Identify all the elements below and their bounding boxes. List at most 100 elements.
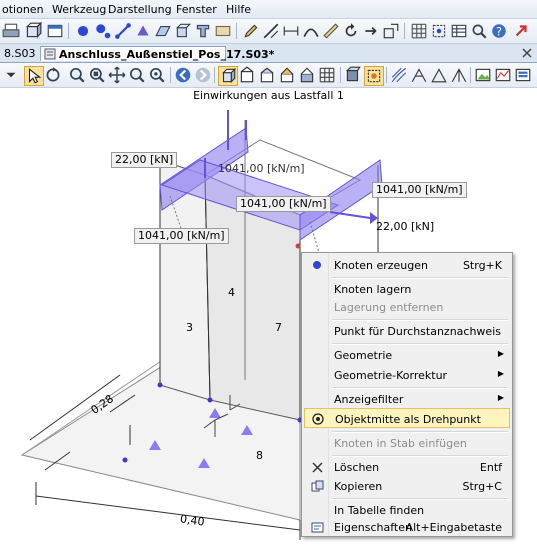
select-pointer-icon[interactable] [24,66,44,86]
menu-item-objektmitte-drehpunkt[interactable]: Objektmitte als Drehpunkt [304,408,510,428]
edit-pen-icon[interactable] [242,22,260,40]
member-label-8: 8 [256,449,263,462]
nodes-icon[interactable] [94,22,112,40]
svg-text:?: ? [496,26,502,39]
zoom-icon[interactable] [470,22,488,40]
hatch-icon[interactable] [390,66,408,84]
image-icon[interactable] [474,66,492,84]
material-icon[interactable] [214,22,232,40]
document-tab-bar: 8.S03 Anschluss_Außenstiel_Pos_17.S03* [0,44,537,63]
menu-item-knoten-in-stab: Knoten in Stab einfügen [334,437,467,450]
close-icon[interactable] [522,48,532,58]
scale-icon[interactable] [382,22,400,40]
result-b-icon[interactable] [430,66,448,84]
table-icon[interactable] [450,22,468,40]
print-icon[interactable] [2,22,20,40]
view-bottom-icon[interactable] [298,66,316,84]
tab-active-document[interactable]: Anschluss_Außenstiel_Pos_17.S03* [40,46,274,61]
zoom-select-icon[interactable] [148,66,166,84]
load-label-line-right: 1041,00 [kN/m] [372,182,467,198]
copy-icon [310,479,324,493]
menu-item-knoten-erzeugen[interactable]: Knoten erzeugen Strg+K [304,255,510,275]
selected-node [295,243,301,249]
submenu-arrow-icon: ▶ [497,393,504,402]
menu-item-kopieren[interactable]: Kopieren Strg+C [304,476,510,496]
menu-item-anzeigefilter[interactable]: Anzeigefilter ▶ [304,389,510,409]
arrow-icon[interactable] [362,22,380,40]
tab-label: Anschluss_Außenstiel_Pos_17.S03* [59,48,275,61]
curve-icon[interactable] [302,22,320,40]
menu-item-eigenschaften[interactable]: Eigenschaften Alt+Eingabetaste [304,517,510,537]
node-icon[interactable] [74,22,92,40]
help-icon[interactable]: ? [490,22,508,40]
member-label-4: 4 [228,286,235,299]
grid-icon[interactable] [410,22,428,40]
surface-icon[interactable] [154,22,172,40]
node [122,457,128,463]
zoom-in-icon[interactable] [68,66,86,84]
member-label-3: 3 [186,321,193,334]
member-label-7: 7 [275,321,282,334]
view-cube-icon[interactable] [24,22,42,40]
redo-arrow-icon[interactable] [512,22,530,40]
rotate-icon[interactable] [342,22,360,40]
context-menu: Knoten erzeugen Strg+K Knoten lagern Lag… [301,252,513,537]
menu-fenster[interactable]: Fenster [176,3,217,16]
zoom-window-icon[interactable] [88,66,106,84]
view-toolbar [0,63,537,88]
tab-prev-document[interactable]: 8.S03 [0,46,39,61]
back-arrow-icon[interactable] [174,66,192,84]
load-label-line-top: 1041,00 [kN/m] [218,162,305,175]
menu-optionen[interactable]: otionen [2,3,44,16]
menu-item-geometrie-korrektur[interactable]: Geometrie-Korrektur ▶ [304,365,510,385]
node [207,397,213,403]
load-label-force-left: 22,00 [kN] [111,152,178,168]
section-icon[interactable] [194,22,212,40]
rotate-view-icon[interactable] [44,66,62,84]
dimension-icon[interactable] [282,22,300,40]
view-top-icon[interactable] [278,66,296,84]
view-side-icon[interactable] [258,66,276,84]
document-icon [44,48,56,60]
node [157,382,163,388]
x-delete-icon [310,460,324,474]
menu-item-punkt-durchstanz[interactable]: Punkt für Durchstanznachweis [304,321,510,341]
diagram-icon[interactable] [494,66,512,84]
target-icon [311,412,325,426]
view-dropdown-icon[interactable] [2,66,20,84]
menu-item-geometrie[interactable]: Geometrie ▶ [304,345,510,365]
transparent-icon[interactable] [364,66,384,86]
solid-icon[interactable] [174,22,192,40]
result-c-icon[interactable] [450,66,468,84]
window-icon[interactable] [46,22,64,40]
submenu-arrow-icon: ▶ [497,349,504,358]
result-a-icon[interactable] [410,66,428,84]
menu-werkzeug[interactable]: Werkzeug [52,3,106,16]
menu-item-loeschen[interactable]: Löschen Entf [304,457,510,477]
snap-icon[interactable] [430,22,448,40]
blue-dot-icon [310,258,324,272]
menu-item-lagerung-entfernen: Lagerung entfernen [334,301,444,314]
pan-icon[interactable] [108,66,126,84]
measure-icon[interactable] [322,22,340,40]
render-icon[interactable] [344,66,362,84]
support-icon[interactable] [134,22,152,40]
load-label-line-mid: 1041,00 [kN/m] [236,196,331,212]
draw-line-icon[interactable] [262,22,280,40]
line-icon[interactable] [114,22,132,40]
main-toolbar: ? [0,19,537,44]
menu-darstellung[interactable]: Darstellung [108,3,172,16]
zoom-all-icon[interactable] [128,66,146,84]
properties-icon [310,520,324,534]
wireframe-grid-icon[interactable] [318,66,336,84]
forward-arrow-icon[interactable] [194,66,212,84]
menu-hilfe[interactable]: Hilfe [226,3,251,16]
legend-icon[interactable] [514,66,532,84]
view-front-icon[interactable] [238,66,256,84]
submenu-arrow-icon: ▶ [497,369,504,378]
load-label-line-left: 1041,00 [kN/m] [134,228,229,244]
load-label-force-right: 22,00 [kN] [376,220,435,233]
menu-item-knoten-lagern[interactable]: Knoten lagern [304,279,510,299]
iso-view-icon[interactable] [218,66,238,86]
menu-bar: otionen Werkzeug Darstellung Fenster Hil… [0,0,537,19]
